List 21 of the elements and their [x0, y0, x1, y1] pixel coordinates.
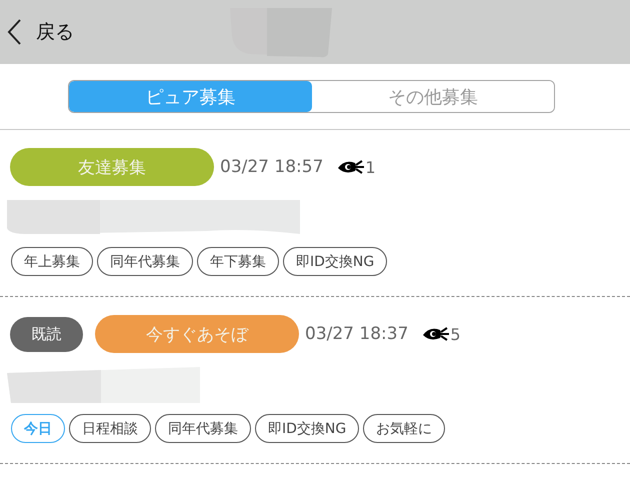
- post-datetime: 03/27 18:57: [220, 157, 324, 177]
- eye-icon: [422, 326, 450, 342]
- view-count: 5: [450, 324, 461, 344]
- eye-icon: [337, 159, 366, 175]
- post-datetime: 03/27 18:37: [305, 324, 408, 344]
- tag-chip: 即ID交換NG: [255, 414, 360, 443]
- read-badge: 既読: [10, 316, 83, 352]
- back-chevron-icon: [6, 18, 22, 46]
- view-count: 1: [365, 158, 376, 176]
- tag-chip: 日程相談: [69, 414, 151, 443]
- tag-chip: 年下募集: [197, 247, 279, 276]
- tag-chip: 同年代募集: [97, 247, 193, 276]
- category-badge: 今すぐあそぼ: [95, 315, 299, 353]
- tag-chip: お気軽に: [363, 414, 446, 443]
- back-button[interactable]: 戻る: [6, 18, 74, 46]
- tag-chip: 年上募集: [11, 247, 93, 276]
- category-badge: 友達募集: [10, 148, 214, 186]
- tag-chip: 即ID交換NG: [283, 247, 388, 276]
- tag-chip: 今日: [11, 414, 65, 443]
- tag-chip: 同年代募集: [155, 414, 251, 443]
- tab[interactable]: ピュア募集: [69, 81, 312, 112]
